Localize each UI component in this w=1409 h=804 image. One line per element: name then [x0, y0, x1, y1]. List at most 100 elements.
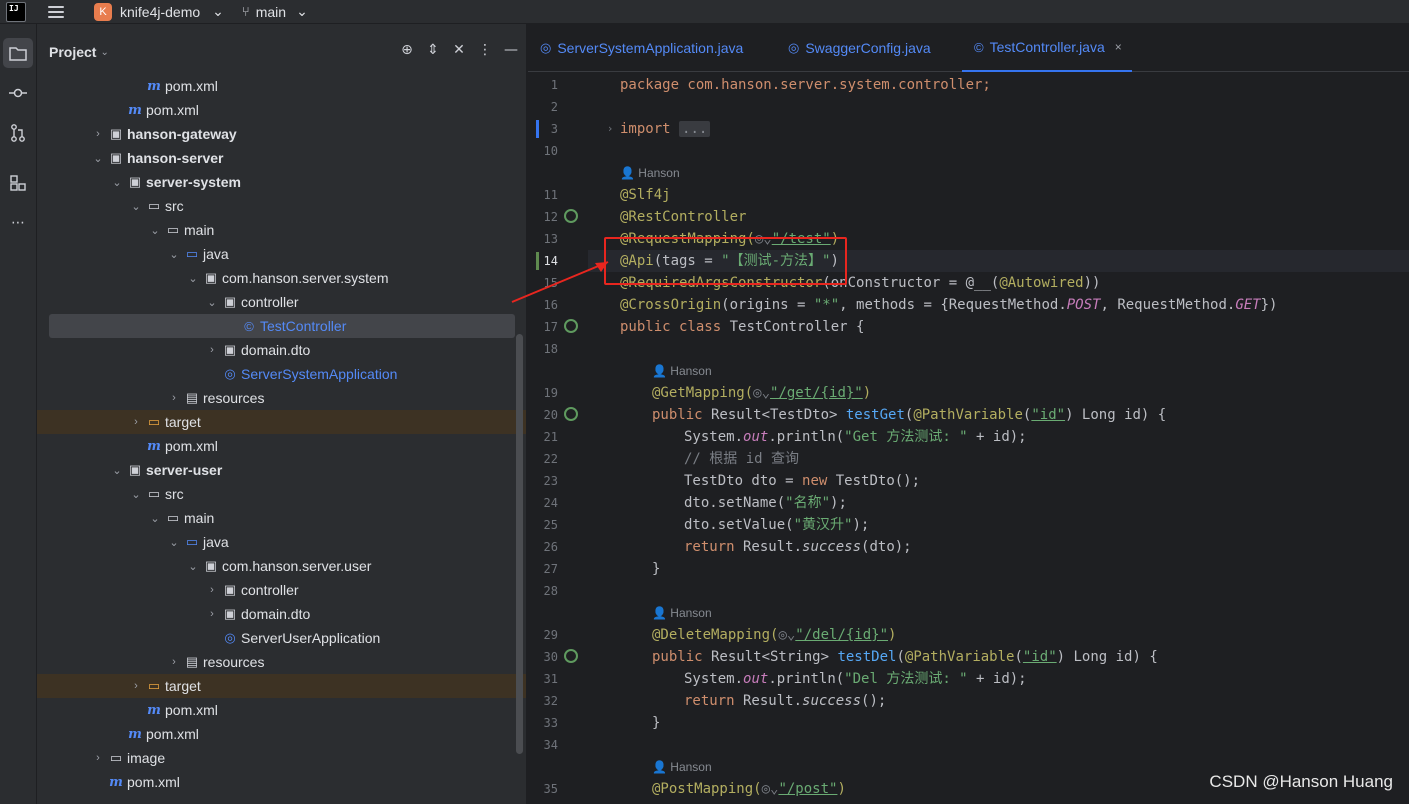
tree-item[interactable]: ⌄ ▣ controller: [37, 290, 526, 314]
tree-item[interactable]: ⌄ ▭ src: [37, 482, 526, 506]
tree-item[interactable]: › ▤ resources: [37, 386, 526, 410]
code-line: import ...: [620, 118, 711, 140]
code-line: dto.setValue("黄汉升");: [684, 517, 870, 533]
author-hint[interactable]: 👤 Hanson: [652, 602, 712, 624]
collapse-all-icon[interactable]: ✕: [452, 42, 466, 58]
project-switcher[interactable]: K knife4j-demo ⌄: [94, 2, 224, 21]
chevron-down-icon[interactable]: ⌄: [91, 152, 105, 165]
main-menu-icon[interactable]: [48, 5, 64, 18]
chevron-down-icon[interactable]: ⌄: [186, 272, 200, 285]
chevron-down-icon[interactable]: ⌄: [205, 296, 219, 309]
tree-item[interactable]: › ▤ resources: [37, 650, 526, 674]
structure-icon[interactable]: [3, 168, 33, 198]
tree-item[interactable]: ⌄ ▭ src: [37, 194, 526, 218]
code-line: System.out.println("Del 方法测试: " + id);: [684, 671, 1027, 687]
line-number: 21: [543, 430, 558, 444]
locate-target-icon[interactable]: ⊕: [400, 42, 414, 58]
chevron-down-icon[interactable]: ⌄: [110, 176, 124, 189]
tree-item-label: domain.dto: [241, 606, 311, 622]
author-hint[interactable]: 👤 Hanson: [652, 756, 712, 778]
chevron-right-icon[interactable]: ›: [205, 584, 219, 596]
project-scrollbar[interactable]: [516, 334, 523, 754]
tree-item[interactable]: m pom.xml: [37, 98, 526, 122]
tree-item[interactable]: ⌄ ▣ server-system: [37, 170, 526, 194]
author-hint[interactable]: 👤 Hanson: [620, 162, 680, 184]
tree-item[interactable]: m pom.xml: [37, 434, 526, 458]
branch-switcher[interactable]: ⑂ main ⌄: [242, 3, 308, 20]
branch-name: main: [255, 3, 287, 20]
chevron-down-icon[interactable]: ⌄: [167, 536, 181, 549]
expand-collapse-icon[interactable]: ⇕: [426, 42, 440, 58]
tree-item[interactable]: › ▣ hanson-gateway: [37, 122, 526, 146]
maven-icon: m: [147, 438, 161, 454]
chevron-down-icon[interactable]: ⌄: [129, 200, 143, 213]
tree-item[interactable]: ⌄ ▭ main: [37, 218, 526, 242]
chevron-right-icon[interactable]: ›: [167, 392, 181, 404]
tree-item[interactable]: ◎ ServerSystemApplication: [37, 362, 526, 386]
close-tab-icon[interactable]: ×: [1115, 40, 1122, 54]
tree-item[interactable]: ⌄ ▭ java: [37, 242, 526, 266]
code-line: @PostMapping(◎⌄"/post"): [652, 781, 846, 797]
tree-item[interactable]: © TestController: [49, 314, 515, 338]
chevron-right-icon[interactable]: ›: [91, 128, 105, 140]
chevron-right-icon[interactable]: ›: [129, 416, 143, 428]
tree-item[interactable]: › ▣ controller: [37, 578, 526, 602]
tree-item[interactable]: ⌄ ▣ com.hanson.server.system: [37, 266, 526, 290]
options-menu-icon[interactable]: ⋮: [478, 42, 492, 58]
author-hint[interactable]: 👤 Hanson: [652, 360, 712, 382]
tree-item[interactable]: ◎ ServerUserApplication: [37, 626, 526, 650]
code-line: @RestController: [620, 209, 747, 225]
chevron-down-icon[interactable]: ⌄: [100, 47, 108, 58]
commit-icon[interactable]: [3, 78, 33, 108]
chevron-right-icon[interactable]: ›: [205, 344, 219, 356]
tree-item[interactable]: › ▭ target: [37, 674, 526, 698]
chevron-down-icon[interactable]: ⌄: [167, 248, 181, 261]
tree-item[interactable]: m pom.xml: [37, 698, 526, 722]
chevron-down-icon[interactable]: ⌄: [148, 512, 162, 525]
tree-item-label: pom.xml: [165, 78, 218, 94]
more-tools-icon[interactable]: ⋯: [3, 208, 33, 238]
tree-item[interactable]: m pom.xml: [37, 770, 526, 794]
tree-item[interactable]: › ▣ domain.dto: [37, 602, 526, 626]
tab-test-controller[interactable]: © TestController.java ×: [962, 24, 1132, 72]
tree-item[interactable]: › ▭ image: [37, 746, 526, 770]
project-badge: K: [94, 2, 112, 21]
line-number: 32: [543, 694, 558, 708]
project-name: knife4j-demo: [120, 3, 201, 20]
spring-class-icon: ◎: [224, 630, 236, 645]
chevron-right-icon[interactable]: ›: [129, 680, 143, 692]
maven-icon: m: [147, 78, 161, 94]
tree-item-label: main: [184, 510, 215, 526]
fold-chevron-icon[interactable]: ›: [608, 122, 612, 135]
chevron-right-icon[interactable]: ›: [167, 656, 181, 668]
line-number: 17: [543, 320, 558, 334]
project-folder-icon[interactable]: [3, 38, 33, 68]
tree-item[interactable]: › ▣ domain.dto: [37, 338, 526, 362]
tree-item[interactable]: › ▭ target: [37, 410, 526, 434]
chevron-down-icon[interactable]: ⌄: [148, 224, 162, 237]
chevron-right-icon[interactable]: ›: [205, 608, 219, 620]
tree-item-label: ServerUserApplication: [241, 630, 381, 646]
folded-imports[interactable]: ...: [679, 121, 711, 137]
chevron-down-icon[interactable]: ⌄: [186, 560, 200, 573]
tree-item[interactable]: ⌄ ▣ hanson-server: [37, 146, 526, 170]
maven-icon: m: [128, 726, 142, 742]
tree-item-label: hanson-gateway: [127, 126, 237, 142]
tree-item[interactable]: ⌄ ▣ server-user: [37, 458, 526, 482]
chevron-down-icon[interactable]: ⌄: [110, 464, 124, 477]
code-line: System.out.println("Get 方法测试: " + id);: [684, 429, 1027, 445]
tree-item[interactable]: m pom.xml: [37, 74, 526, 98]
chevron-down-icon[interactable]: ⌄: [129, 488, 143, 501]
pull-requests-icon[interactable]: [3, 118, 33, 148]
package-icon: ▣: [223, 294, 237, 309]
editor-tabs: ◎ ServerSystemApplication.java ◎ Swagger…: [528, 24, 1409, 72]
tree-item[interactable]: ⌄ ▭ java: [37, 530, 526, 554]
tree-item[interactable]: ⌄ ▣ com.hanson.server.user: [37, 554, 526, 578]
tree-item[interactable]: m pom.xml: [37, 722, 526, 746]
chevron-right-icon[interactable]: ›: [91, 752, 105, 764]
project-panel-title[interactable]: Project: [49, 44, 96, 60]
hide-panel-icon[interactable]: —: [504, 42, 518, 58]
tree-item[interactable]: ⌄ ▭ main: [37, 506, 526, 530]
tab-server-system-application[interactable]: ◎ ServerSystemApplication.java: [540, 24, 743, 72]
tab-swagger-config[interactable]: ◎ SwaggerConfig.java: [788, 24, 931, 72]
